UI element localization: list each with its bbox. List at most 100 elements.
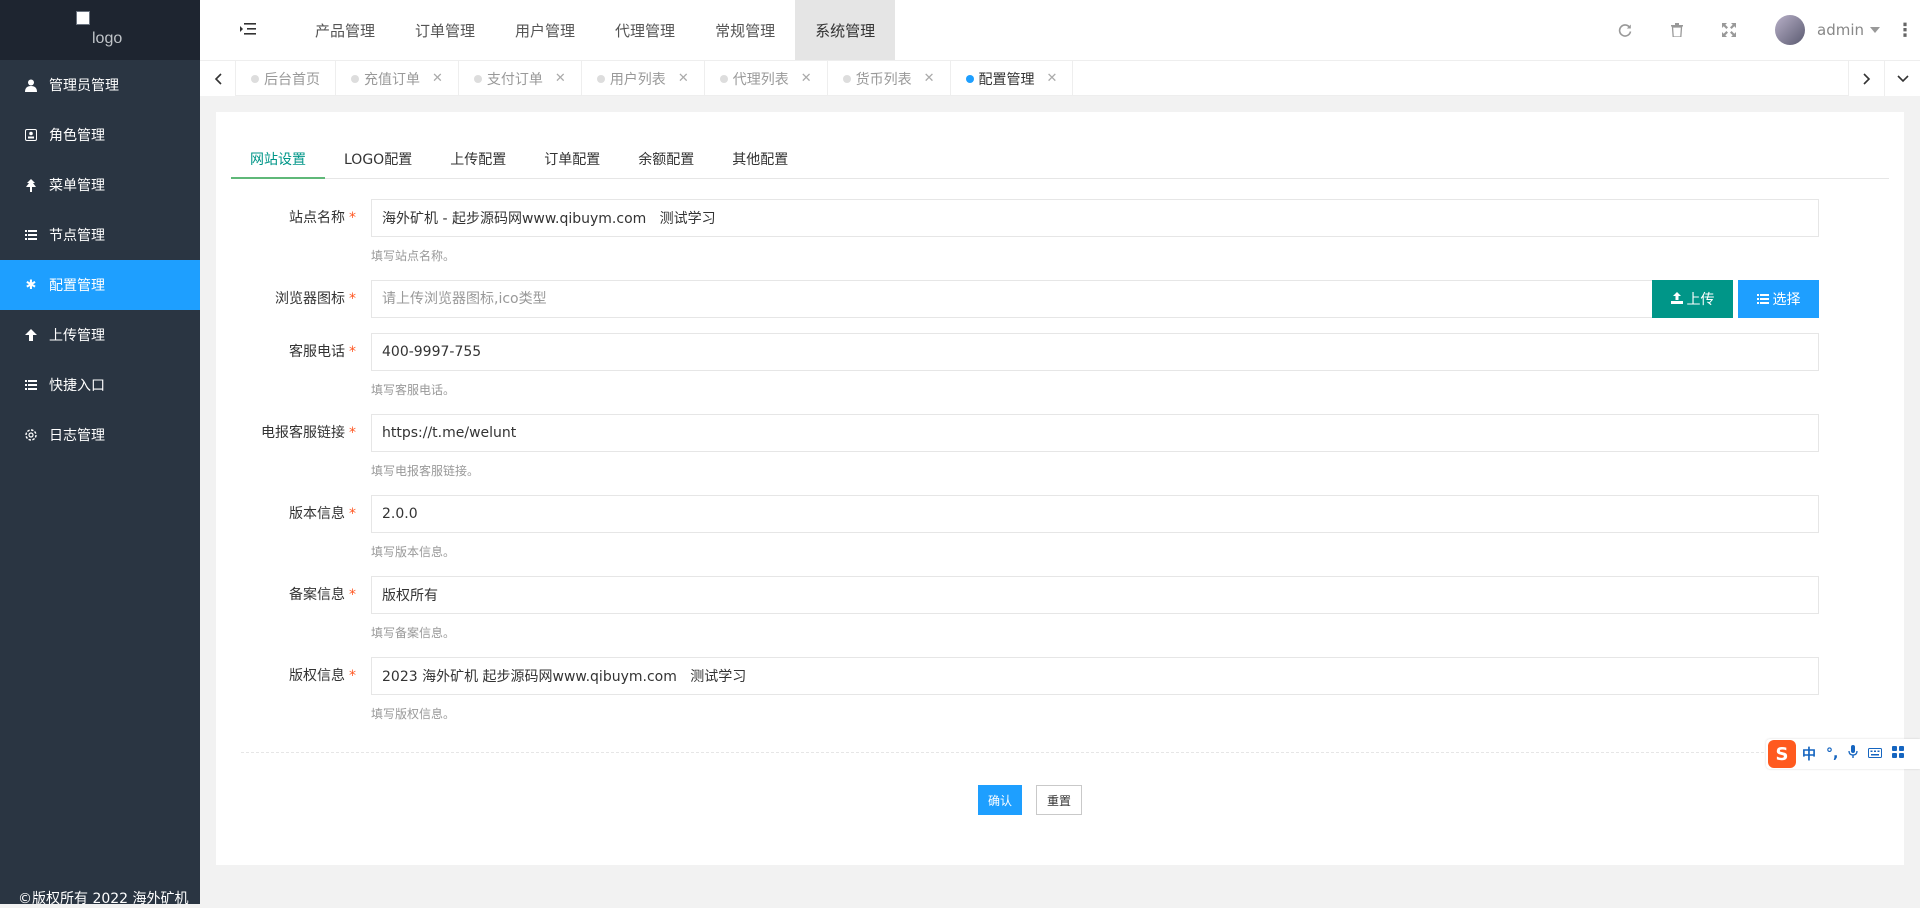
- tab-dot: [351, 74, 359, 83]
- tab-label: 配置管理: [978, 71, 1035, 88]
- close-icon[interactable]: ✕: [1047, 71, 1058, 86]
- close-icon[interactable]: ✕: [678, 71, 689, 86]
- more-icon[interactable]: ⋮: [1890, 0, 1920, 60]
- sidebar-item-admin[interactable]: 管理员管理: [0, 60, 200, 110]
- user-menu[interactable]: admin: [1755, 0, 1890, 60]
- tab-agent-list[interactable]: 代理列表 ✕: [705, 61, 828, 96]
- tab-logo-config[interactable]: LOGO配置: [325, 142, 431, 179]
- ime-toolbar[interactable]: S 中 °,: [1766, 739, 1920, 769]
- arrow-up-icon: [20, 329, 42, 341]
- top-nav-product[interactable]: 产品管理: [295, 0, 395, 60]
- sidebar-item-node[interactable]: 节点管理: [0, 210, 200, 260]
- tab-label: 货币列表: [855, 71, 912, 88]
- config-tabs: 网站设置 LOGO配置 上传配置 订单配置 余额配置 其他配置: [231, 142, 1889, 179]
- sidebar-item-label: 日志管理: [49, 428, 105, 444]
- tab-home[interactable]: 后台首页: [236, 61, 336, 96]
- form-divider: [241, 752, 1879, 753]
- tab-other-config[interactable]: 其他配置: [713, 142, 807, 179]
- tab-currency-list[interactable]: 货币列表 ✕: [828, 61, 951, 96]
- grid-icon[interactable]: [1892, 746, 1905, 762]
- favicon-input[interactable]: [371, 280, 1656, 318]
- sidebar-item-log[interactable]: 日志管理: [0, 410, 200, 460]
- tab-dot: [251, 74, 259, 83]
- top-nav-agent[interactable]: 代理管理: [595, 0, 695, 60]
- reset-button[interactable]: 重置: [1036, 785, 1082, 815]
- sidebar: logo 管理员管理 角色管理 菜单管理 节点管理 ✱ 配置管理 上传管理 快捷…: [0, 0, 200, 907]
- version-input[interactable]: [371, 495, 1819, 533]
- tab-payment-orders[interactable]: 支付订单 ✕: [459, 61, 582, 96]
- top-nav-order[interactable]: 订单管理: [395, 0, 495, 60]
- close-icon[interactable]: ✕: [924, 71, 935, 86]
- sidebar-item-label: 配置管理: [49, 278, 105, 294]
- service-phone-input[interactable]: [371, 333, 1819, 371]
- tab-config[interactable]: 配置管理 ✕: [951, 61, 1074, 96]
- field-help: 填写电报客服链接。: [371, 464, 480, 478]
- tab-balance-config[interactable]: 余额配置: [619, 142, 713, 179]
- top-nav-user[interactable]: 用户管理: [495, 0, 595, 60]
- upload-button[interactable]: 上传: [1652, 280, 1733, 318]
- ime-logo[interactable]: S: [1768, 740, 1796, 768]
- trash-icon[interactable]: [1651, 0, 1703, 60]
- tab-dot: [596, 74, 605, 83]
- close-icon[interactable]: ✕: [801, 71, 812, 86]
- gear-icon: [20, 428, 42, 442]
- required-mark: *: [349, 587, 356, 603]
- copyright-input[interactable]: [371, 657, 1819, 695]
- tab-dot: [842, 74, 851, 83]
- sidebar-item-label: 菜单管理: [49, 178, 105, 194]
- required-mark: *: [349, 425, 356, 441]
- sidebar-item-label: 管理员管理: [49, 78, 119, 94]
- tab-order-config[interactable]: 订单配置: [525, 142, 619, 179]
- ime-punctuation-toggle[interactable]: °,: [1826, 746, 1838, 762]
- label-text: 客服电话: [289, 344, 345, 360]
- logo[interactable]: logo: [0, 0, 200, 60]
- sidebar-item-upload[interactable]: 上传管理: [0, 310, 200, 360]
- field-help: 填写客服电话。: [371, 383, 456, 397]
- user-name: admin: [1817, 21, 1864, 39]
- top-nav-system[interactable]: 系统管理: [795, 0, 896, 60]
- ime-language-toggle[interactable]: 中: [1802, 744, 1816, 764]
- tab-site-settings[interactable]: 网站设置: [231, 142, 325, 179]
- list-icon: [20, 230, 42, 240]
- field-label: 客服电话 *: [216, 333, 356, 371]
- confirm-button[interactable]: 确认: [978, 785, 1022, 815]
- role-icon: [20, 129, 42, 141]
- sidebar-item-label: 快捷入口: [49, 378, 105, 394]
- sidebar-item-label: 角色管理: [49, 128, 105, 144]
- tab-upload-config[interactable]: 上传配置: [431, 142, 525, 179]
- field-label: 版本信息 *: [216, 495, 356, 533]
- icp-input[interactable]: [371, 576, 1819, 614]
- select-button[interactable]: 选择: [1738, 280, 1819, 318]
- site-name-input[interactable]: [371, 199, 1819, 237]
- tab-recharge-orders[interactable]: 充值订单 ✕: [336, 61, 459, 96]
- refresh-icon[interactable]: [1599, 0, 1651, 60]
- tab-label: 用户列表: [609, 71, 666, 88]
- sidebar-item-menu[interactable]: 菜单管理: [0, 160, 200, 210]
- upload-button-label: 上传: [1686, 291, 1715, 307]
- required-mark: *: [349, 506, 356, 522]
- broken-image-icon: [76, 11, 90, 25]
- tab-label: 充值订单: [364, 71, 420, 88]
- close-icon[interactable]: ✕: [432, 71, 443, 86]
- required-mark: *: [349, 291, 356, 307]
- menu-fold-icon[interactable]: [240, 22, 256, 36]
- tabs-scroll-left-button[interactable]: [200, 61, 236, 96]
- tree-icon: [20, 178, 42, 192]
- close-icon[interactable]: ✕: [555, 71, 566, 86]
- keyboard-icon[interactable]: [1868, 746, 1883, 762]
- telegram-link-input[interactable]: [371, 414, 1819, 452]
- tab-dot: [473, 74, 482, 83]
- tabs-menu-button[interactable]: [1884, 61, 1920, 96]
- label-text: 备案信息: [289, 587, 345, 603]
- microphone-icon[interactable]: [1848, 745, 1858, 763]
- tab-user-list[interactable]: 用户列表 ✕: [582, 61, 705, 96]
- copyright-text: ©版权所有 2022 海外矿机: [18, 891, 189, 907]
- sidebar-item-config[interactable]: ✱ 配置管理: [0, 260, 200, 310]
- fullscreen-icon[interactable]: [1703, 0, 1755, 60]
- sidebar-item-shortcut[interactable]: 快捷入口: [0, 360, 200, 410]
- top-nav-general[interactable]: 常规管理: [695, 0, 795, 60]
- tab-label: 支付订单: [486, 71, 543, 88]
- sidebar-item-role[interactable]: 角色管理: [0, 110, 200, 160]
- tabs-scroll-right-button[interactable]: [1848, 61, 1884, 96]
- header-actions: admin ⋮: [1599, 0, 1920, 60]
